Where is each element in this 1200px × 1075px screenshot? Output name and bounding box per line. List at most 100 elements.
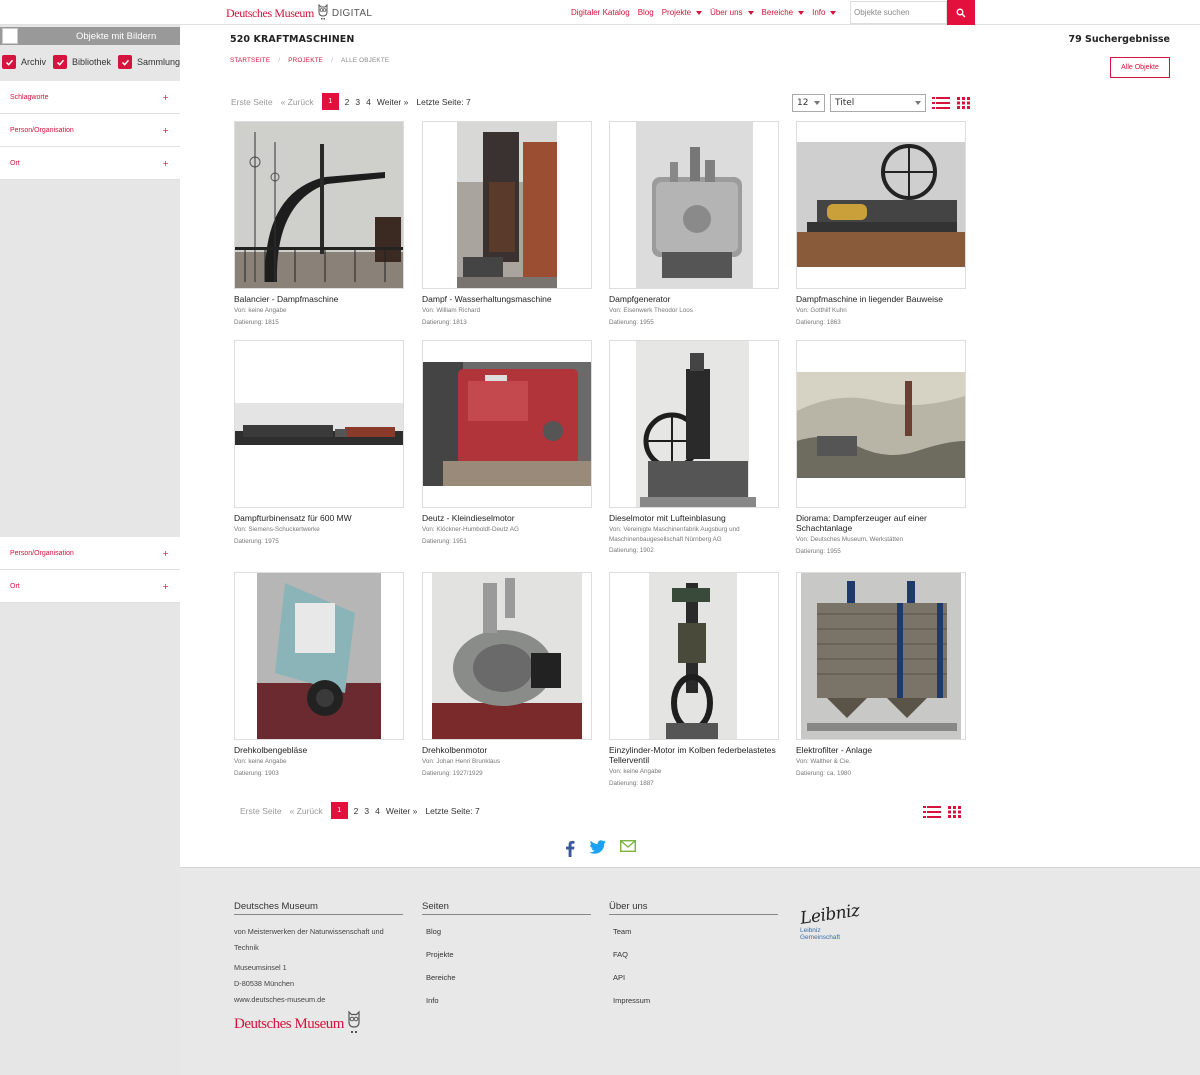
footer-link-team[interactable]: Team [609, 927, 778, 936]
object-title[interactable]: Drehkolbengebläse [234, 745, 404, 755]
object-title[interactable]: Drehkolbenmotor [422, 745, 592, 755]
object-title[interactable]: Elektrofilter - Anlage [796, 745, 966, 755]
pager-first[interactable]: Erste Seite [240, 806, 282, 816]
object-image[interactable] [422, 340, 592, 508]
pager-page-4[interactable]: 4 [375, 806, 380, 816]
object-title[interactable]: Deutz - Kleindieselmotor [422, 513, 592, 523]
object-title[interactable]: Balancier - Dampfmaschine [234, 294, 404, 304]
pager-page-3[interactable]: 3 [364, 806, 369, 816]
pager-prev[interactable]: « Zurück [281, 97, 314, 107]
object-card[interactable]: Dampfgenerator Von: Eisenwerk Theodor Lo… [609, 121, 779, 327]
with-images-checkbox[interactable] [2, 28, 18, 44]
object-title[interactable]: Einzylinder-Motor im Kolben federbelaste… [609, 745, 779, 765]
object-card[interactable]: Dampfmaschine in liegender Bauweise Von:… [796, 121, 966, 327]
object-image[interactable] [234, 572, 404, 740]
object-card[interactable]: Dieselmotor mit Lufteinblasung Von: Vere… [609, 340, 779, 556]
nav-bereiche[interactable]: Bereiche [762, 8, 805, 17]
site-logo[interactable]: Deutsches Museum DIGITAL [226, 3, 372, 22]
object-title[interactable]: Dampfmaschine in liegender Bauweise [796, 294, 966, 304]
footer-link-api[interactable]: API [609, 973, 778, 982]
pager-page-2[interactable]: 2 [345, 97, 350, 107]
facet-person-organisation-lower[interactable]: Person/Organisation + [0, 537, 180, 570]
nav-info[interactable]: Info [812, 8, 837, 17]
breadcrumb-startseite[interactable]: STARTSEITE [230, 57, 270, 64]
facet-ort[interactable]: Ort + [0, 147, 180, 180]
caret-down-icon [798, 10, 805, 15]
caret-down-icon [696, 10, 703, 15]
search-input[interactable] [850, 1, 947, 24]
list-view-icon[interactable] [932, 97, 950, 112]
object-image[interactable] [796, 572, 966, 740]
object-image[interactable] [422, 572, 592, 740]
footer-logo[interactable]: Deutsches Museum [234, 1010, 403, 1039]
pager-prev[interactable]: « Zurück [290, 806, 323, 816]
all-objects-button[interactable]: Alle Objekte [1110, 57, 1170, 78]
grid-view-icon[interactable] [948, 806, 961, 821]
object-card[interactable]: Dampf - Wasserhaltungsmaschine Von: Will… [422, 121, 592, 327]
sort-select[interactable]: Titel [830, 94, 926, 112]
pager-page-2[interactable]: 2 [354, 806, 359, 816]
pager-page-4[interactable]: 4 [366, 97, 371, 107]
object-title[interactable]: Diorama: Dampferzeuger auf einer Schacht… [796, 513, 966, 533]
breadcrumb-projekte[interactable]: PROJEKTE [288, 57, 323, 64]
footer-link-projekte[interactable]: Projekte [422, 950, 591, 959]
object-card[interactable]: Drehkolbenmotor Von: Johan Henri Brunkla… [422, 572, 592, 778]
footer-link-info[interactable]: Info [422, 996, 591, 1005]
search-button[interactable] [947, 0, 975, 25]
pager-last[interactable]: Letzte Seite: 7 [425, 806, 479, 816]
footer-link-impressum[interactable]: Impressum [609, 996, 778, 1005]
facet-ort-lower[interactable]: Ort + [0, 570, 180, 603]
breadcrumb-current: ALLE OBJEKTE [341, 57, 390, 64]
nav-blog[interactable]: Blog [638, 8, 654, 17]
facet-schlagworte[interactable]: Schlagworte + [0, 81, 180, 114]
result-count: 79 Suchergebnisse [1068, 34, 1170, 45]
pager-next[interactable]: Weiter » [377, 97, 409, 107]
object-title[interactable]: Dampfturbinensatz für 600 MW [234, 513, 404, 523]
object-card[interactable]: Diorama: Dampferzeuger auf einer Schacht… [796, 340, 966, 556]
object-title[interactable]: Dampf - Wasserhaltungsmaschine [422, 294, 592, 304]
list-view-icon[interactable] [923, 806, 941, 821]
object-image[interactable] [609, 340, 779, 508]
leibniz-logo[interactable]: Leibniz Leibniz Gemeinschaft [799, 901, 870, 956]
object-title[interactable]: Dampfgenerator [609, 294, 779, 304]
pager-last[interactable]: Letzte Seite: 7 [416, 97, 470, 107]
pager-page-1[interactable]: 1 [330, 802, 348, 819]
object-card[interactable]: Elektrofilter - Anlage Von: Walther & Ci… [796, 572, 966, 778]
object-card[interactable]: Deutz - Kleindieselmotor Von: Klöckner-H… [422, 340, 592, 546]
pager-page-3[interactable]: 3 [355, 97, 360, 107]
pager-next[interactable]: Weiter » [386, 806, 418, 816]
footer-link-faq[interactable]: FAQ [609, 950, 778, 959]
filter-bibliothek[interactable]: Bibliothek [51, 55, 111, 69]
nav-digitaler-katalog[interactable]: Digitaler Katalog [571, 8, 630, 17]
footer-link-bereiche[interactable]: Bereiche [422, 973, 591, 982]
object-card[interactable]: Dampfturbinensatz für 600 MW Von: Siemen… [234, 340, 404, 546]
footer-website-link[interactable]: www.deutsches-museum.de [234, 995, 403, 1004]
facet-label: Ort [10, 582, 20, 590]
pager-first[interactable]: Erste Seite [231, 97, 273, 107]
grid-view-icon[interactable] [957, 97, 970, 112]
object-image[interactable] [422, 121, 592, 289]
object-image[interactable] [796, 121, 966, 289]
footer-link-blog[interactable]: Blog [422, 927, 591, 936]
facebook-icon[interactable] [565, 840, 575, 860]
per-page-select[interactable]: 12 [792, 94, 825, 112]
object-image[interactable] [609, 572, 779, 740]
with-images-filter[interactable]: Objekte mit Bildern [0, 27, 180, 45]
twitter-icon[interactable] [589, 840, 606, 860]
breadcrumb-separator: / [278, 57, 281, 64]
nav-projekte[interactable]: Projekte [662, 8, 703, 17]
facet-person-organisation[interactable]: Person/Organisation + [0, 114, 180, 147]
object-card[interactable]: Einzylinder-Motor im Kolben federbelaste… [609, 572, 779, 788]
object-image[interactable] [234, 121, 404, 289]
filter-sammlung[interactable]: Sammlung [116, 55, 180, 69]
object-image[interactable] [609, 121, 779, 289]
filter-archiv[interactable]: Archiv [0, 55, 46, 69]
pager-page-1[interactable]: 1 [321, 93, 339, 110]
object-title[interactable]: Dieselmotor mit Lufteinblasung [609, 513, 779, 523]
nav-ueber-uns[interactable]: Über uns [710, 8, 754, 17]
object-card[interactable]: Balancier - Dampfmaschine Von: keine Ang… [234, 121, 404, 327]
object-image[interactable] [796, 340, 966, 508]
email-icon[interactable] [619, 839, 637, 860]
object-card[interactable]: Drehkolbengebläse Von: keine Angabe Dati… [234, 572, 404, 778]
object-image[interactable] [234, 340, 404, 508]
